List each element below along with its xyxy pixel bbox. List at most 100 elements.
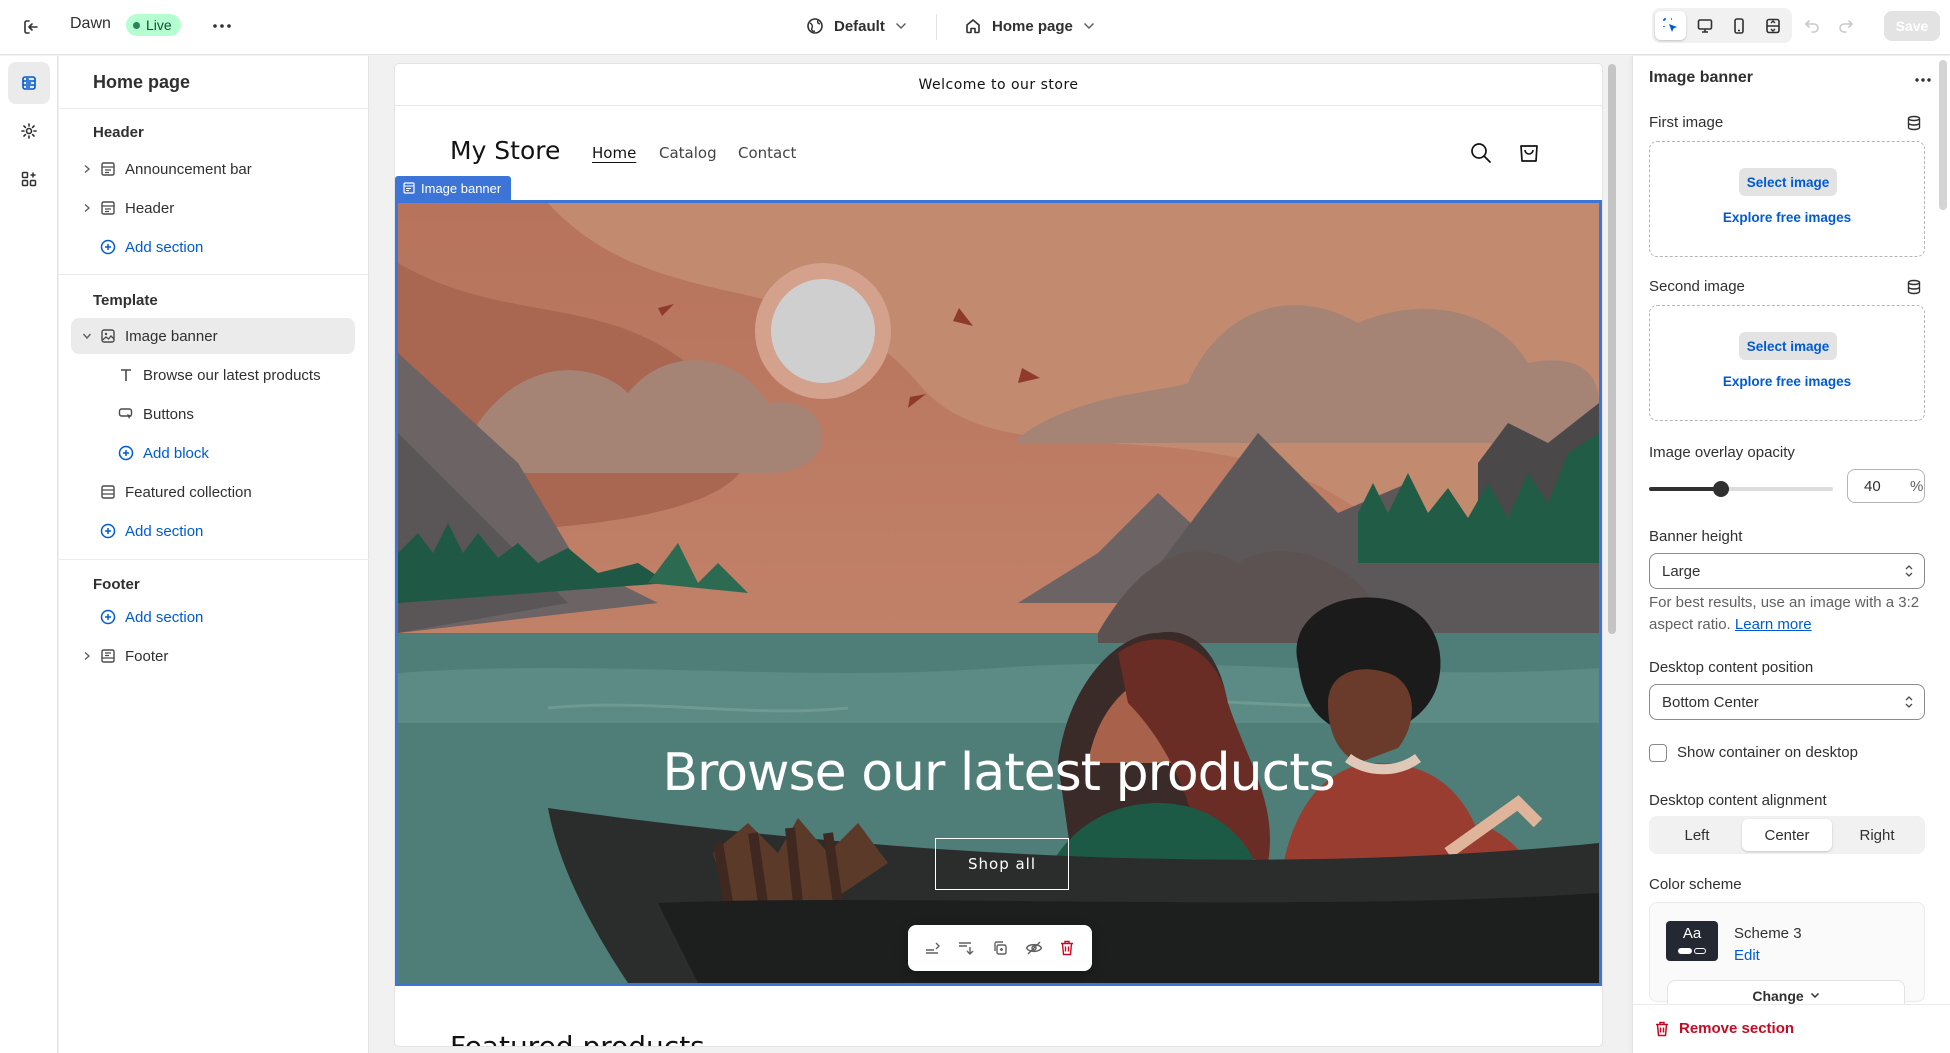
scheme-swatch: Aa	[1666, 921, 1718, 961]
add-section-template[interactable]: Add section	[71, 513, 355, 549]
sections-icon[interactable]	[8, 62, 50, 104]
inspector-icon[interactable]	[1655, 11, 1687, 40]
nav-contact[interactable]: Contact	[738, 144, 796, 162]
template-selector[interactable]: Default	[806, 12, 907, 40]
image-banner-section[interactable]: Browse our latest products Shop all	[395, 200, 1602, 986]
delete-icon[interactable]	[1056, 937, 1078, 959]
section-label: Featured collection	[125, 483, 252, 501]
move-up-icon[interactable]	[922, 937, 944, 959]
add-section-header[interactable]: Add section	[71, 229, 355, 265]
block-buttons[interactable]: Buttons	[71, 396, 355, 432]
redo-icon[interactable]	[1834, 14, 1858, 38]
exit-icon[interactable]	[18, 14, 44, 40]
alignment-right[interactable]: Right	[1832, 819, 1922, 851]
block-label: Buttons	[143, 405, 194, 423]
select-arrows-icon	[1904, 695, 1914, 709]
select-image-button[interactable]: Select image	[1739, 332, 1837, 360]
dynamic-source-icon[interactable]	[1905, 114, 1923, 132]
save-button[interactable]: Save	[1884, 11, 1940, 41]
page-selector[interactable]: Home page	[964, 12, 1095, 40]
hide-icon[interactable]	[1023, 937, 1045, 959]
scheme-edit-link[interactable]: Edit	[1734, 947, 1760, 964]
theme-name: Dawn	[70, 15, 111, 32]
trash-icon	[1655, 1021, 1669, 1037]
undo-icon[interactable]	[1800, 14, 1824, 38]
nav-home[interactable]: Home	[592, 144, 636, 162]
fullscreen-icon[interactable]	[1758, 11, 1789, 40]
add-section-label: Add section	[125, 522, 204, 540]
section-label: Image banner	[125, 327, 218, 345]
section-image-banner[interactable]: Image banner	[71, 318, 355, 354]
shop-all-button[interactable]: Shop all	[935, 838, 1069, 890]
explore-images-link[interactable]: Explore free images	[1650, 374, 1924, 389]
move-down-icon[interactable]	[955, 937, 977, 959]
chevron-right-icon[interactable]	[79, 161, 95, 177]
section-announcement-bar[interactable]: Announcement bar	[71, 151, 355, 187]
banner-heading[interactable]: Browse our latest products	[398, 743, 1599, 803]
chevron-right-icon[interactable]	[79, 200, 95, 216]
store-logo[interactable]: My Store	[450, 136, 560, 165]
select-image-button[interactable]: Select image	[1739, 168, 1837, 196]
preview-scrollbar[interactable]	[1608, 64, 1616, 634]
panel-title: Home page	[93, 72, 191, 92]
first-image-label: First image	[1649, 114, 1724, 131]
section-footer[interactable]: Footer	[71, 638, 355, 674]
overlay-opacity-input[interactable]: 40 %	[1847, 469, 1925, 503]
learn-more-link[interactable]: Learn more	[1735, 616, 1812, 633]
divider	[59, 108, 369, 109]
banner-height-value: Large	[1662, 562, 1701, 580]
view-switcher	[1652, 8, 1792, 43]
alignment-center[interactable]: Center	[1742, 819, 1832, 851]
section-header[interactable]: Header	[71, 190, 355, 226]
add-block[interactable]: Add block	[71, 435, 355, 471]
section-toolbar	[908, 925, 1092, 971]
image-icon	[99, 327, 117, 345]
live-label: Live	[146, 17, 172, 33]
section-featured-collection[interactable]: Featured collection	[71, 474, 355, 510]
dynamic-source-icon[interactable]	[1905, 278, 1923, 296]
group-title-header: Header	[93, 124, 144, 141]
plus-circle-icon	[99, 522, 117, 540]
alignment-left[interactable]: Left	[1652, 819, 1742, 851]
section-layout-icon	[99, 160, 117, 178]
desktop-position-value: Bottom Center	[1662, 693, 1759, 711]
change-label: Change	[1752, 987, 1804, 1004]
banner-height-select[interactable]: Large	[1649, 553, 1925, 589]
desktop-view-icon[interactable]	[1689, 11, 1720, 40]
mobile-view-icon[interactable]	[1724, 11, 1755, 40]
overlay-opacity-slider[interactable]	[1649, 487, 1833, 491]
group-title-footer: Footer	[93, 576, 140, 593]
apps-icon[interactable]	[8, 158, 50, 200]
overlay-value: 40	[1864, 477, 1881, 495]
more-actions-icon[interactable]	[208, 12, 236, 40]
explore-images-link[interactable]: Explore free images	[1650, 210, 1924, 225]
chevron-right-icon[interactable]	[79, 648, 95, 664]
duplicate-icon[interactable]	[989, 937, 1011, 959]
alignment-segmented-control: Left Center Right	[1649, 816, 1925, 854]
group-title-template: Template	[93, 292, 158, 309]
desktop-position-select[interactable]: Bottom Center	[1649, 684, 1925, 720]
add-section-footer[interactable]: Add section	[71, 599, 355, 635]
scheme-name: Scheme 3	[1734, 925, 1802, 942]
overlay-opacity-label: Image overlay opacity	[1649, 444, 1795, 461]
swatch-text: Aa	[1682, 925, 1702, 942]
template-label: Default	[834, 17, 885, 35]
show-container-checkbox[interactable]	[1649, 744, 1667, 762]
slider-thumb[interactable]	[1713, 481, 1729, 497]
announcement-bar[interactable]: Welcome to our store	[395, 64, 1602, 106]
plus-circle-icon	[99, 608, 117, 626]
more-actions-icon[interactable]	[1909, 66, 1937, 94]
chevron-down-icon	[1810, 992, 1820, 999]
remove-section-bar: Remove section	[1633, 1004, 1950, 1053]
cart-icon[interactable]	[1514, 138, 1544, 168]
remove-section-button[interactable]: Remove section	[1655, 1020, 1794, 1037]
gear-icon[interactable]	[8, 110, 50, 152]
settings-scrollbar[interactable]	[1939, 60, 1947, 210]
block-heading[interactable]: Browse our latest products	[71, 357, 355, 393]
button-cursor-icon	[117, 405, 135, 423]
search-icon[interactable]	[1466, 138, 1496, 168]
home-icon	[964, 17, 982, 35]
chevron-down-icon[interactable]	[79, 328, 95, 344]
nav-catalog[interactable]: Catalog	[659, 144, 717, 162]
show-container-label: Show container on desktop	[1677, 744, 1858, 761]
